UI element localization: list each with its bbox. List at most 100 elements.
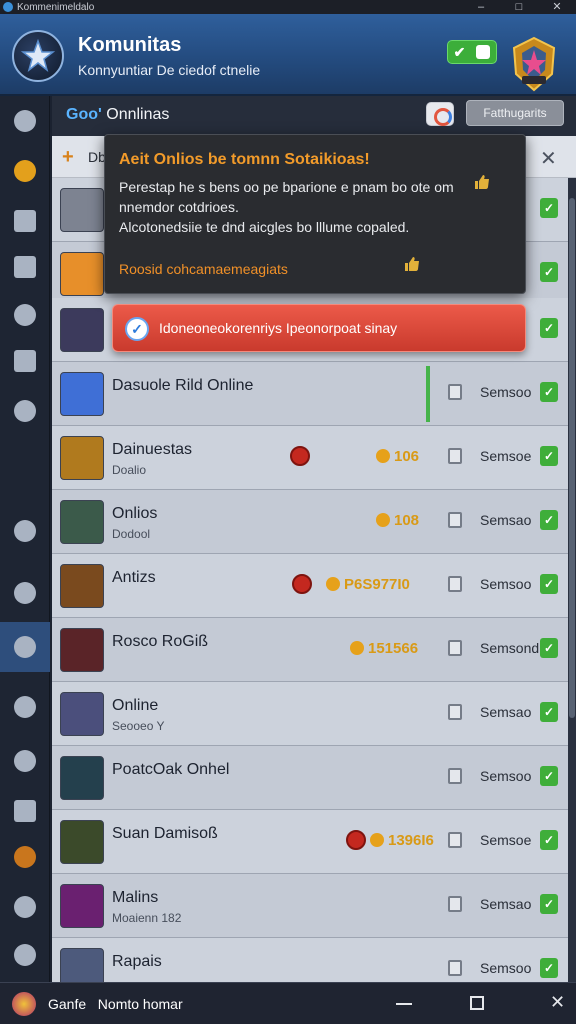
taskbar: Ganfe Nomto homar ✕: [0, 982, 576, 1024]
game-name: Rapais: [112, 953, 162, 970]
sidebar-item-library[interactable]: [0, 786, 50, 836]
game-status: Semsao: [480, 512, 532, 528]
sidebar-item-media[interactable]: [0, 242, 50, 292]
sidebar-item-favorites[interactable]: [0, 146, 50, 196]
game-thumbnail: [60, 564, 104, 608]
sidebar-item-tasks[interactable]: [0, 882, 50, 932]
sidebar-item-profile[interactable]: [0, 682, 50, 732]
list-item[interactable]: Dasuole Rild Online Semsoo ✓: [52, 362, 568, 426]
check-icon[interactable]: ✓: [540, 198, 558, 218]
alert-dot-icon: [290, 446, 310, 466]
list-item[interactable]: PoatcOak Onhel Semsoo ✓: [52, 746, 568, 810]
sidebar-item-stats[interactable]: [0, 568, 50, 618]
maximize-button[interactable]: □: [500, 0, 538, 14]
game-status: Semsoe: [480, 448, 532, 464]
list-scrollbar[interactable]: [568, 178, 576, 982]
active-indicator: [426, 366, 430, 422]
coin-count: 1396I6: [370, 832, 434, 849]
list-item[interactable]: Antizs P6S977I0 Semsoo ✓: [52, 554, 568, 618]
check-icon[interactable]: ✓: [540, 574, 558, 594]
sidebar-item-friends[interactable]: [0, 290, 50, 340]
list-item[interactable]: Dainuestas Doalio 106 Semsoe ✓: [52, 426, 568, 490]
lock-icon: [448, 896, 462, 912]
check-icon[interactable]: ✓: [540, 446, 558, 466]
minimize-button[interactable]: –: [462, 0, 500, 14]
close-window-button[interactable]: ✕: [538, 0, 576, 14]
check-icon[interactable]: ✓: [540, 262, 558, 282]
list-item[interactable]: Suan Damisoß 1396I6 Semsoe ✓: [52, 810, 568, 874]
coin-count: 108: [376, 512, 419, 529]
app-logo: [12, 30, 64, 82]
check-icon[interactable]: ✓: [540, 830, 558, 850]
thumbs-up-icon: [475, 175, 489, 189]
lock-icon: [448, 768, 462, 784]
people-icon: [14, 304, 36, 326]
list-item[interactable]: Rosco RoGiß 151566 Semsond ✓: [52, 618, 568, 682]
thumbs-up-icon: [405, 257, 419, 271]
scrollbar-thumb[interactable]: [569, 198, 575, 718]
list-item[interactable]: Online Seooeo Y Semsao ✓: [52, 682, 568, 746]
sidebar-item-store[interactable]: [0, 832, 50, 882]
sidebar-item-settings[interactable]: [0, 736, 50, 786]
minimize-icon[interactable]: [396, 1003, 412, 1005]
popup-body-secondary: Alcotonedsiie te dnd aicgles bo lllume c…: [119, 219, 410, 235]
game-subtitle: Doalio: [112, 463, 147, 477]
game-subtitle: Dodool: [112, 527, 151, 541]
game-thumbnail: [60, 372, 104, 416]
close-icon[interactable]: ✕: [550, 992, 565, 1013]
maximize-icon[interactable]: [470, 996, 484, 1010]
game-status: Semsao: [480, 704, 532, 720]
list-item[interactable]: Rapais Semsoo ✓: [52, 938, 568, 982]
game-thumbnail: [60, 692, 104, 736]
sidebar-item-games[interactable]: [0, 506, 50, 556]
check-icon[interactable]: ✓: [540, 318, 558, 338]
game-thumbnail: [60, 500, 104, 544]
sidebar-item-community[interactable]: [0, 622, 50, 672]
list-item[interactable]: Malins Moaienn 182 Semsao ✓: [52, 874, 568, 938]
check-icon[interactable]: ✓: [540, 702, 558, 722]
puzzle-icon: [14, 944, 36, 966]
check-icon[interactable]: ✓: [540, 766, 558, 786]
coin-icon: [326, 577, 340, 591]
alert-dot-icon: [346, 830, 366, 850]
sidebar-item-tools[interactable]: [0, 336, 50, 386]
info-popup: Aeit Onlios be tomnn Sotaikioas! Peresta…: [104, 134, 526, 294]
lock-icon: [448, 704, 462, 720]
list-item[interactable]: Onlios Dodool 108 Semsao ✓: [52, 490, 568, 554]
check-circle-icon: ✓: [125, 317, 149, 341]
coin-icon: [350, 641, 364, 655]
image-icon: [14, 256, 36, 278]
user-icon: [14, 696, 36, 718]
book-icon: [14, 800, 36, 822]
sidebar-item-edit[interactable]: [0, 386, 50, 436]
search-input[interactable]: Fatthugarits: [466, 100, 564, 126]
game-app-icon[interactable]: [12, 992, 36, 1016]
check-icon[interactable]: ✓: [540, 382, 558, 402]
check-icon[interactable]: ✓: [540, 958, 558, 978]
check-icon[interactable]: ✓: [540, 638, 558, 658]
google-icon[interactable]: [426, 102, 454, 126]
add-icon[interactable]: +: [62, 146, 74, 169]
gear-icon: [14, 750, 36, 772]
online-toggle-button[interactable]: ✔: [447, 40, 497, 64]
popup-link[interactable]: Roosid cohcamaemeagiats: [119, 261, 288, 277]
square-icon: [476, 45, 491, 59]
sidebar-item-list[interactable]: [0, 196, 50, 246]
game-thumbnail: [60, 436, 104, 480]
lock-icon: [448, 384, 462, 400]
notification-banner[interactable]: ✓ Idoneoneokorenriys Ipeonorpoat sinay: [112, 304, 526, 352]
game-name: Online: [112, 697, 159, 714]
check-icon[interactable]: ✓: [540, 894, 558, 914]
page-subtitle: Konnyuntiar De ciedof ctnelie: [78, 62, 261, 78]
pencil-icon: [14, 400, 36, 422]
game-status: Semsoo: [480, 576, 532, 592]
tools-icon: [14, 350, 36, 372]
sidebar-item-extras[interactable]: [0, 930, 50, 980]
sidebar-item-home[interactable]: [0, 96, 50, 146]
close-strip-button[interactable]: ✕: [540, 146, 557, 171]
coin-count: 106: [376, 448, 419, 465]
check-icon[interactable]: ✓: [540, 510, 558, 530]
game-name: Malins: [112, 889, 159, 906]
game-name: PoatcOak Onhel: [112, 761, 230, 778]
game-name: Onlios: [112, 505, 158, 522]
